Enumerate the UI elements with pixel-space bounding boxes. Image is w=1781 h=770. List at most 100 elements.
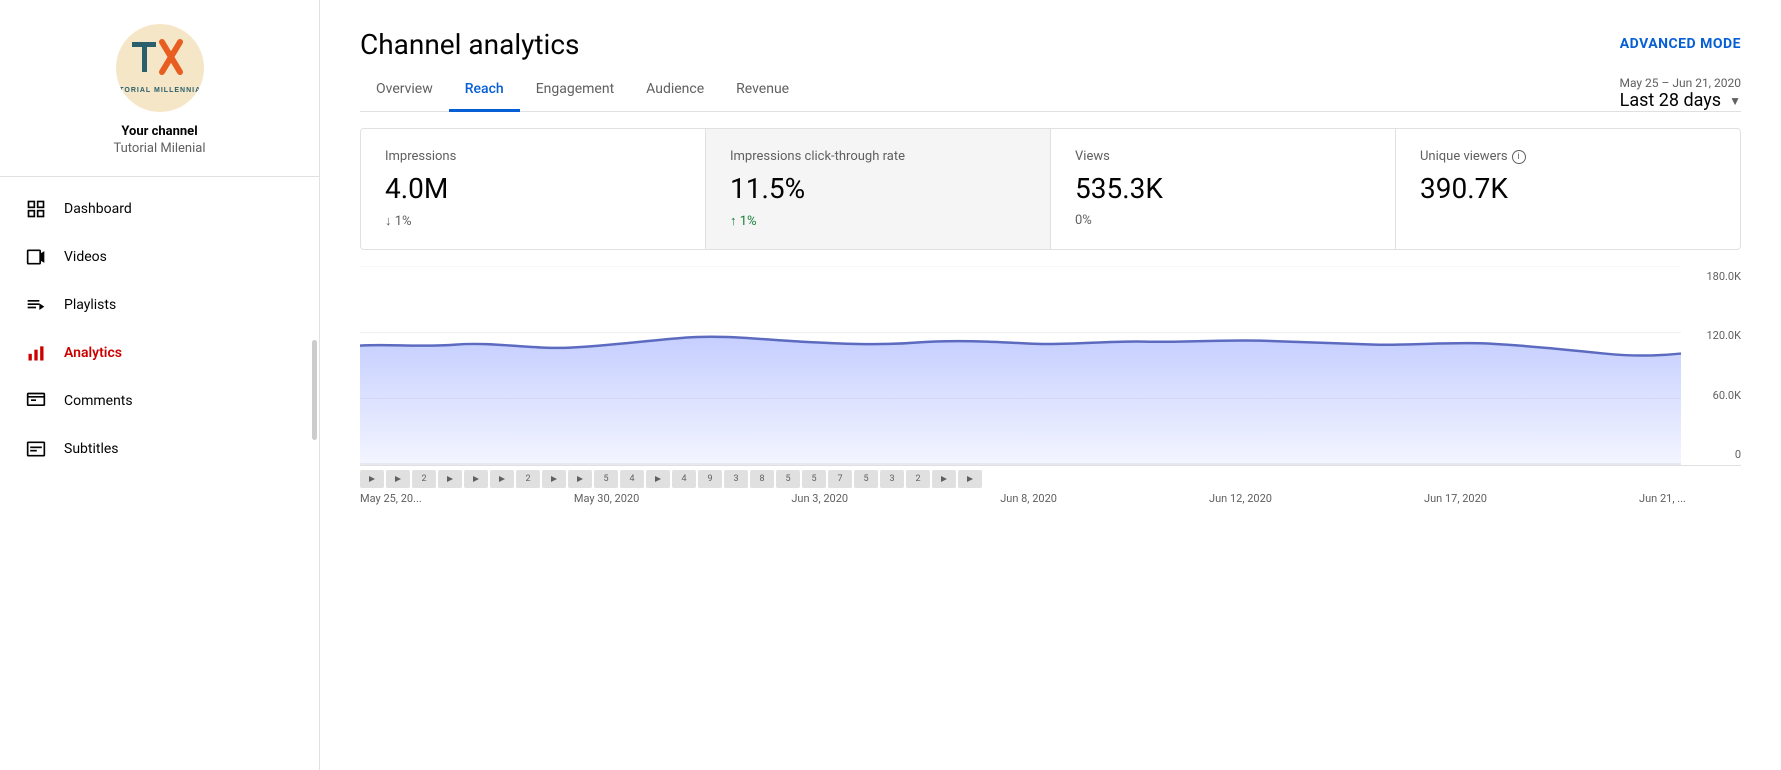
scrollbar[interactable] (312, 340, 317, 440)
video-marker[interactable] (568, 470, 592, 488)
comments-label: Comments (64, 393, 133, 409)
video-marker[interactable]: 5 (802, 470, 826, 488)
video-marker[interactable] (958, 470, 982, 488)
x-label-6: Jun 21, ... (1639, 492, 1686, 505)
dropdown-arrow-icon: ▼ (1729, 94, 1741, 108)
sidebar-item-videos[interactable]: Videos (0, 233, 319, 281)
views-change: 0% (1075, 213, 1371, 228)
metric-ctr[interactable]: Impressions click-through rate 11.5% ↑ 1… (706, 129, 1051, 249)
video-marker[interactable]: 9 (698, 470, 722, 488)
page-header: Channel analytics ADVANCED MODE (320, 0, 1781, 61)
unique-viewers-label: Unique viewers i (1420, 149, 1716, 164)
video-marker[interactable]: 2 (906, 470, 930, 488)
channel-section: TUTORIAL MILLENNIALS Your channel Tutori… (0, 0, 319, 177)
x-label-4: Jun 12, 2020 (1209, 492, 1272, 505)
subtitles-label: Subtitles (64, 441, 119, 457)
metric-views[interactable]: Views 535.3K 0% (1051, 129, 1396, 249)
channel-name: Tutorial Milenial (113, 141, 205, 156)
x-label-2: Jun 3, 2020 (791, 492, 848, 505)
ctr-label: Impressions click-through rate (730, 149, 1026, 164)
x-label-3: Jun 8, 2020 (1000, 492, 1057, 505)
video-marker[interactable] (932, 470, 956, 488)
sidebar: TUTORIAL MILLENNIALS Your channel Tutori… (0, 0, 320, 770)
views-value: 535.3K (1075, 172, 1371, 205)
dashboard-label: Dashboard (64, 201, 132, 217)
video-marker[interactable]: 5 (594, 470, 618, 488)
unique-viewers-value: 390.7K (1420, 172, 1716, 205)
y-label-120k: 120.0K (1686, 329, 1741, 342)
y-label-0: 0 (1686, 448, 1741, 461)
video-markers-row: 22544938557532 (360, 470, 1741, 488)
date-selector[interactable]: May 25 – Jun 21, 2020 Last 28 days ▼ (1619, 76, 1741, 111)
playlist-icon (24, 293, 48, 317)
info-icon: i (1512, 150, 1526, 164)
tabs-row: Overview Reach Engagement Audience Reven… (320, 69, 1619, 111)
video-marker[interactable]: 2 (412, 470, 436, 488)
advanced-mode-button[interactable]: ADVANCED MODE (1620, 36, 1741, 52)
video-marker[interactable]: 3 (724, 470, 748, 488)
nav-items: Dashboard Videos Playlists (0, 177, 319, 481)
video-marker[interactable]: 4 (620, 470, 644, 488)
tab-reach[interactable]: Reach (449, 69, 520, 112)
y-axis-labels: 180.0K 120.0K 60.0K 0 (1686, 266, 1741, 465)
channel-logo: TUTORIAL MILLENNIALS (120, 28, 200, 108)
video-marker[interactable]: 8 (750, 470, 774, 488)
sidebar-item-playlists[interactable]: Playlists (0, 281, 319, 329)
y-label-60k: 60.0K (1686, 389, 1741, 402)
avatar[interactable]: TUTORIAL MILLENNIALS (116, 24, 204, 112)
ctr-change: ↑ 1% (730, 213, 1026, 229)
sidebar-item-comments[interactable]: Comments (0, 377, 319, 425)
grid-icon (24, 197, 48, 221)
tab-revenue[interactable]: Revenue (720, 69, 805, 112)
video-marker[interactable]: 5 (854, 470, 878, 488)
video-marker[interactable] (646, 470, 670, 488)
comment-icon (24, 389, 48, 413)
x-label-0: May 25, 20... (360, 492, 422, 505)
video-marker[interactable]: 2 (516, 470, 540, 488)
tab-engagement[interactable]: Engagement (520, 69, 630, 112)
tab-overview[interactable]: Overview (360, 69, 449, 112)
playlists-label: Playlists (64, 297, 116, 313)
chart-svg-wrapper (360, 266, 1681, 465)
channel-label: Your channel (121, 124, 197, 139)
video-marker[interactable]: 7 (828, 470, 852, 488)
chart-svg (360, 266, 1681, 465)
metrics-row: Impressions 4.0M ↓ 1% Impressions click-… (360, 128, 1741, 250)
views-label: Views (1075, 149, 1371, 164)
chart-area: 180.0K 120.0K 60.0K 0 (360, 266, 1741, 505)
date-period: Last 28 days (1620, 90, 1721, 111)
video-marker[interactable]: 5 (776, 470, 800, 488)
chart-container: 180.0K 120.0K 60.0K 0 (360, 266, 1741, 466)
videos-label: Videos (64, 249, 107, 265)
sidebar-item-dashboard[interactable]: Dashboard (0, 185, 319, 233)
video-marker[interactable]: 3 (880, 470, 904, 488)
video-marker[interactable]: 4 (672, 470, 696, 488)
y-label-180k: 180.0K (1686, 270, 1741, 283)
video-marker[interactable] (438, 470, 462, 488)
video-marker[interactable] (464, 470, 488, 488)
video-icon (24, 245, 48, 269)
video-marker[interactable] (360, 470, 384, 488)
video-marker[interactable] (490, 470, 514, 488)
metric-unique-viewers[interactable]: Unique viewers i 390.7K (1396, 129, 1740, 249)
ctr-value: 11.5% (730, 172, 1026, 205)
page-title: Channel analytics (360, 28, 579, 61)
metric-impressions[interactable]: Impressions 4.0M ↓ 1% (361, 129, 706, 249)
sidebar-item-analytics[interactable]: Analytics (0, 329, 319, 377)
x-axis-labels: May 25, 20... May 30, 2020 Jun 3, 2020 J… (360, 492, 1741, 505)
impressions-change: ↓ 1% (385, 213, 681, 229)
video-marker[interactable] (386, 470, 410, 488)
video-marker[interactable] (542, 470, 566, 488)
sidebar-item-subtitles[interactable]: Subtitles (0, 425, 319, 473)
tab-audience[interactable]: Audience (630, 69, 720, 112)
date-range-label: May 25 – Jun 21, 2020 (1619, 76, 1741, 90)
main-content: Channel analytics ADVANCED MODE Overview… (320, 0, 1781, 770)
impressions-value: 4.0M (385, 172, 681, 205)
x-label-1: May 30, 2020 (574, 492, 639, 505)
analytics-label: Analytics (64, 345, 122, 361)
date-range-select[interactable]: Last 28 days ▼ (1620, 90, 1741, 111)
impressions-label: Impressions (385, 149, 681, 164)
subtitles-icon (24, 437, 48, 461)
x-label-5: Jun 17, 2020 (1424, 492, 1487, 505)
svg-text:TUTORIAL MILLENNIALS: TUTORIAL MILLENNIALS (120, 87, 200, 94)
